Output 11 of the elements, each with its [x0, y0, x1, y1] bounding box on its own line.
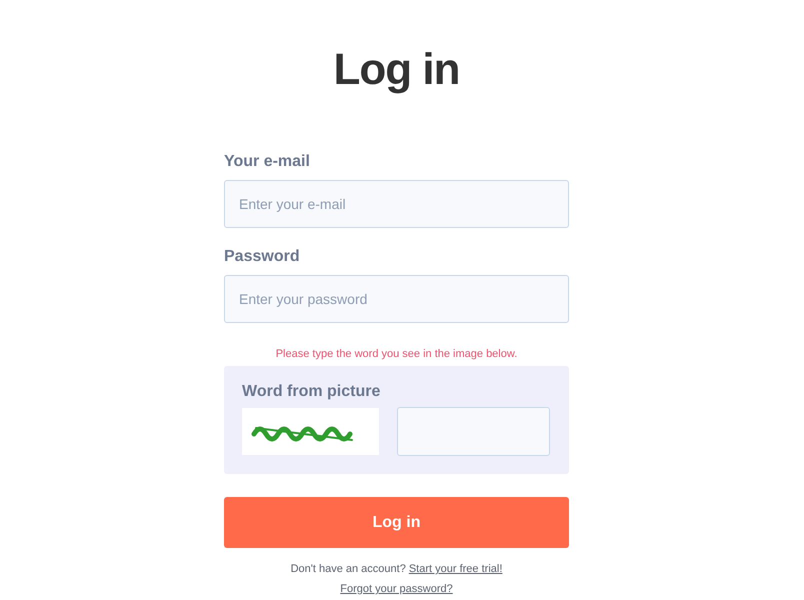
captcha-input[interactable] [397, 407, 550, 456]
free-trial-link[interactable]: Start your free trial! [408, 562, 502, 576]
email-field[interactable]: Enter your e-mail [224, 180, 569, 228]
signup-prompt: Don't have an account? [290, 562, 406, 576]
page-title: Log in [334, 44, 460, 96]
captcha-label: Word from picture [242, 382, 380, 402]
password-field[interactable]: Enter your password [224, 275, 569, 323]
captcha-notice: Please type the word you see in the image below. [276, 347, 518, 361]
field-label: Password [224, 247, 300, 267]
field-label: Your e-mail [224, 152, 310, 172]
forgot-password-link[interactable]: Forgot your password? [340, 582, 453, 596]
